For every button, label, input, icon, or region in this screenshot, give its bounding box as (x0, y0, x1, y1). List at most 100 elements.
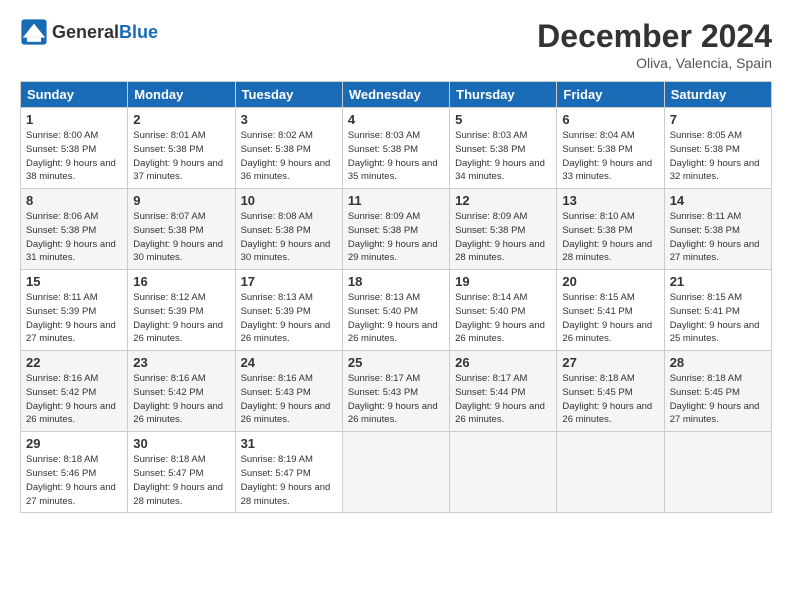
header: GeneralBlue December 2024 Oliva, Valenci… (20, 18, 772, 71)
day-number: 3 (241, 112, 337, 127)
table-row: 24 Sunrise: 8:16 AMSunset: 5:43 PMDaylig… (235, 351, 342, 432)
table-row: 28 Sunrise: 8:18 AMSunset: 5:45 PMDaylig… (664, 351, 771, 432)
day-number: 10 (241, 193, 337, 208)
day-number: 21 (670, 274, 766, 289)
location-title: Oliva, Valencia, Spain (537, 55, 772, 71)
logo-blue: Blue (119, 22, 158, 42)
cell-text: Sunrise: 8:18 AMSunset: 5:46 PMDaylight:… (26, 454, 116, 506)
cell-text: Sunrise: 8:06 AMSunset: 5:38 PMDaylight:… (26, 211, 116, 263)
table-row (664, 432, 771, 513)
cell-text: Sunrise: 8:00 AMSunset: 5:38 PMDaylight:… (26, 130, 116, 182)
cell-text: Sunrise: 8:03 AMSunset: 5:38 PMDaylight:… (348, 130, 438, 182)
day-number: 15 (26, 274, 122, 289)
calendar-week-1: 1 Sunrise: 8:00 AMSunset: 5:38 PMDayligh… (21, 108, 772, 189)
col-monday: Monday (128, 82, 235, 108)
page-container: GeneralBlue December 2024 Oliva, Valenci… (0, 0, 792, 523)
cell-text: Sunrise: 8:13 AMSunset: 5:40 PMDaylight:… (348, 292, 438, 344)
calendar-table: Sunday Monday Tuesday Wednesday Thursday… (20, 81, 772, 513)
day-number: 20 (562, 274, 658, 289)
col-thursday: Thursday (450, 82, 557, 108)
cell-text: Sunrise: 8:18 AMSunset: 5:47 PMDaylight:… (133, 454, 223, 506)
calendar-header-row: Sunday Monday Tuesday Wednesday Thursday… (21, 82, 772, 108)
logo-icon (20, 18, 48, 46)
table-row: 25 Sunrise: 8:17 AMSunset: 5:43 PMDaylig… (342, 351, 449, 432)
logo-text: GeneralBlue (52, 22, 158, 43)
day-number: 17 (241, 274, 337, 289)
logo-general: General (52, 22, 119, 42)
cell-text: Sunrise: 8:18 AMSunset: 5:45 PMDaylight:… (562, 373, 652, 425)
cell-text: Sunrise: 8:09 AMSunset: 5:38 PMDaylight:… (455, 211, 545, 263)
cell-text: Sunrise: 8:02 AMSunset: 5:38 PMDaylight:… (241, 130, 331, 182)
cell-text: Sunrise: 8:13 AMSunset: 5:39 PMDaylight:… (241, 292, 331, 344)
cell-text: Sunrise: 8:19 AMSunset: 5:47 PMDaylight:… (241, 454, 331, 506)
cell-text: Sunrise: 8:16 AMSunset: 5:42 PMDaylight:… (26, 373, 116, 425)
day-number: 22 (26, 355, 122, 370)
table-row (342, 432, 449, 513)
table-row: 26 Sunrise: 8:17 AMSunset: 5:44 PMDaylig… (450, 351, 557, 432)
table-row (557, 432, 664, 513)
col-friday: Friday (557, 82, 664, 108)
table-row: 2 Sunrise: 8:01 AMSunset: 5:38 PMDayligh… (128, 108, 235, 189)
day-number: 4 (348, 112, 444, 127)
day-number: 13 (562, 193, 658, 208)
table-row: 31 Sunrise: 8:19 AMSunset: 5:47 PMDaylig… (235, 432, 342, 513)
col-saturday: Saturday (664, 82, 771, 108)
calendar-week-5: 29 Sunrise: 8:18 AMSunset: 5:46 PMDaylig… (21, 432, 772, 513)
table-row: 1 Sunrise: 8:00 AMSunset: 5:38 PMDayligh… (21, 108, 128, 189)
cell-text: Sunrise: 8:03 AMSunset: 5:38 PMDaylight:… (455, 130, 545, 182)
cell-text: Sunrise: 8:14 AMSunset: 5:40 PMDaylight:… (455, 292, 545, 344)
title-block: December 2024 Oliva, Valencia, Spain (537, 18, 772, 71)
table-row: 12 Sunrise: 8:09 AMSunset: 5:38 PMDaylig… (450, 189, 557, 270)
col-wednesday: Wednesday (342, 82, 449, 108)
table-row: 15 Sunrise: 8:11 AMSunset: 5:39 PMDaylig… (21, 270, 128, 351)
cell-text: Sunrise: 8:09 AMSunset: 5:38 PMDaylight:… (348, 211, 438, 263)
table-row: 10 Sunrise: 8:08 AMSunset: 5:38 PMDaylig… (235, 189, 342, 270)
table-row: 3 Sunrise: 8:02 AMSunset: 5:38 PMDayligh… (235, 108, 342, 189)
day-number: 1 (26, 112, 122, 127)
cell-text: Sunrise: 8:10 AMSunset: 5:38 PMDaylight:… (562, 211, 652, 263)
table-row: 8 Sunrise: 8:06 AMSunset: 5:38 PMDayligh… (21, 189, 128, 270)
table-row: 14 Sunrise: 8:11 AMSunset: 5:38 PMDaylig… (664, 189, 771, 270)
logo: GeneralBlue (20, 18, 158, 46)
cell-text: Sunrise: 8:07 AMSunset: 5:38 PMDaylight:… (133, 211, 223, 263)
day-number: 18 (348, 274, 444, 289)
month-title: December 2024 (537, 18, 772, 55)
day-number: 31 (241, 436, 337, 451)
day-number: 6 (562, 112, 658, 127)
day-number: 11 (348, 193, 444, 208)
table-row (450, 432, 557, 513)
day-number: 14 (670, 193, 766, 208)
day-number: 23 (133, 355, 229, 370)
table-row: 30 Sunrise: 8:18 AMSunset: 5:47 PMDaylig… (128, 432, 235, 513)
table-row: 23 Sunrise: 8:16 AMSunset: 5:42 PMDaylig… (128, 351, 235, 432)
table-row: 16 Sunrise: 8:12 AMSunset: 5:39 PMDaylig… (128, 270, 235, 351)
table-row: 4 Sunrise: 8:03 AMSunset: 5:38 PMDayligh… (342, 108, 449, 189)
cell-text: Sunrise: 8:15 AMSunset: 5:41 PMDaylight:… (670, 292, 760, 344)
calendar-week-3: 15 Sunrise: 8:11 AMSunset: 5:39 PMDaylig… (21, 270, 772, 351)
calendar-week-4: 22 Sunrise: 8:16 AMSunset: 5:42 PMDaylig… (21, 351, 772, 432)
calendar-week-2: 8 Sunrise: 8:06 AMSunset: 5:38 PMDayligh… (21, 189, 772, 270)
day-number: 9 (133, 193, 229, 208)
day-number: 8 (26, 193, 122, 208)
day-number: 28 (670, 355, 766, 370)
table-row: 6 Sunrise: 8:04 AMSunset: 5:38 PMDayligh… (557, 108, 664, 189)
col-tuesday: Tuesday (235, 82, 342, 108)
table-row: 5 Sunrise: 8:03 AMSunset: 5:38 PMDayligh… (450, 108, 557, 189)
day-number: 7 (670, 112, 766, 127)
cell-text: Sunrise: 8:11 AMSunset: 5:38 PMDaylight:… (670, 211, 760, 263)
table-row: 21 Sunrise: 8:15 AMSunset: 5:41 PMDaylig… (664, 270, 771, 351)
cell-text: Sunrise: 8:01 AMSunset: 5:38 PMDaylight:… (133, 130, 223, 182)
table-row: 20 Sunrise: 8:15 AMSunset: 5:41 PMDaylig… (557, 270, 664, 351)
cell-text: Sunrise: 8:11 AMSunset: 5:39 PMDaylight:… (26, 292, 116, 344)
cell-text: Sunrise: 8:17 AMSunset: 5:44 PMDaylight:… (455, 373, 545, 425)
day-number: 26 (455, 355, 551, 370)
day-number: 24 (241, 355, 337, 370)
col-sunday: Sunday (21, 82, 128, 108)
table-row: 22 Sunrise: 8:16 AMSunset: 5:42 PMDaylig… (21, 351, 128, 432)
cell-text: Sunrise: 8:16 AMSunset: 5:43 PMDaylight:… (241, 373, 331, 425)
cell-text: Sunrise: 8:04 AMSunset: 5:38 PMDaylight:… (562, 130, 652, 182)
day-number: 16 (133, 274, 229, 289)
table-row: 7 Sunrise: 8:05 AMSunset: 5:38 PMDayligh… (664, 108, 771, 189)
table-row: 13 Sunrise: 8:10 AMSunset: 5:38 PMDaylig… (557, 189, 664, 270)
cell-text: Sunrise: 8:05 AMSunset: 5:38 PMDaylight:… (670, 130, 760, 182)
